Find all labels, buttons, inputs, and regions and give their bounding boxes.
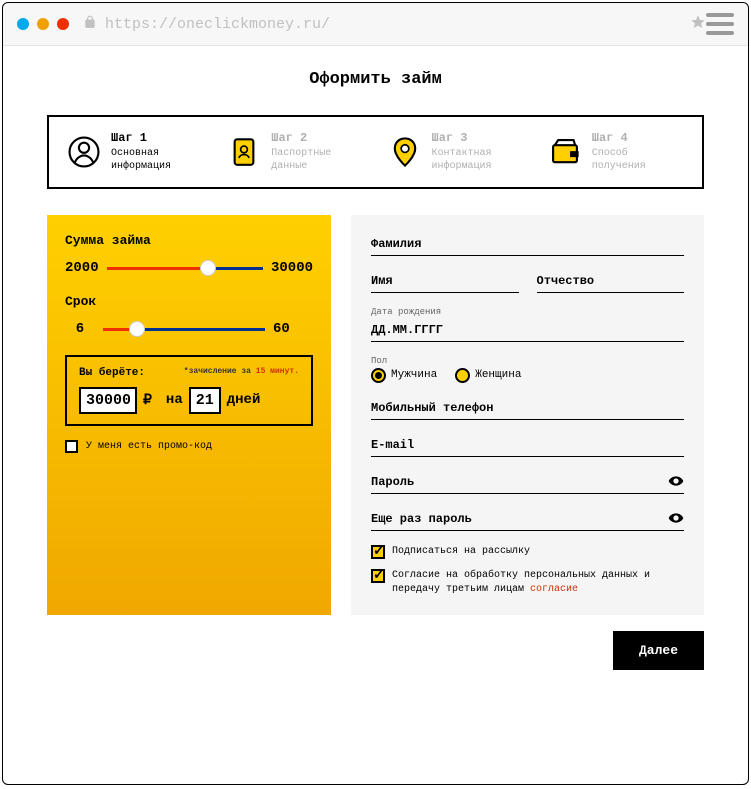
- amount-max: 30000: [271, 260, 313, 276]
- step-1: Шаг 1Основная информация: [67, 131, 203, 173]
- passport-icon: [227, 135, 261, 169]
- consent-checkbox[interactable]: [371, 569, 385, 583]
- dob-field[interactable]: [371, 319, 684, 342]
- step-label: Основная информация: [111, 147, 203, 173]
- step-3: Шаг 3Контактная информация: [388, 131, 524, 173]
- days-input[interactable]: [189, 387, 221, 414]
- window-dot-3[interactable]: [57, 18, 69, 30]
- step-2: Шаг 2Паспортные данные: [227, 131, 363, 173]
- consent-label: Согласие на обработку персональных данны…: [392, 569, 684, 597]
- summary-title: Вы берёте:: [79, 367, 145, 379]
- dob-label: Дата рождения: [371, 307, 684, 317]
- amount-slider[interactable]: [107, 258, 263, 278]
- gender-label: Пол: [371, 356, 684, 366]
- location-pin-icon: [388, 135, 422, 169]
- star-icon[interactable]: [690, 14, 706, 35]
- currency: ₽: [143, 392, 152, 409]
- consent-link[interactable]: согласие: [530, 584, 578, 595]
- amount-label: Сумма займа: [65, 233, 313, 248]
- step-num: Шаг 2: [271, 131, 363, 147]
- eye-icon[interactable]: [668, 473, 684, 494]
- gender-male-radio[interactable]: Мужчина: [371, 368, 437, 383]
- term-max: 60: [273, 321, 313, 337]
- wallet-icon: [548, 135, 582, 169]
- next-button[interactable]: Далее: [613, 631, 704, 670]
- eye-icon[interactable]: [668, 510, 684, 531]
- lastname-field[interactable]: [371, 233, 684, 256]
- subscribe-checkbox[interactable]: [371, 545, 385, 559]
- url-text: https://oneclickmoney.ru/: [105, 16, 330, 33]
- promo-checkbox[interactable]: [65, 440, 78, 453]
- password-field[interactable]: [371, 471, 684, 494]
- lock-icon: [83, 15, 97, 34]
- browser-chrome: https://oneclickmoney.ru/: [3, 3, 748, 46]
- term-min: 6: [65, 321, 95, 337]
- step-num: Шаг 1: [111, 131, 203, 147]
- on-label: на: [166, 392, 183, 408]
- summary-box: Вы берёте: *зачисление за 15 минут. ₽ на…: [65, 355, 313, 426]
- form-panel: Дата рождения Пол Мужчина Женщина: [351, 215, 704, 615]
- step-label: Способ получения: [592, 147, 684, 173]
- term-label: Срок: [65, 294, 313, 309]
- firstname-field[interactable]: [371, 270, 519, 293]
- phone-field[interactable]: [371, 397, 684, 420]
- window-dot-1[interactable]: [17, 18, 29, 30]
- step-label: Паспортные данные: [271, 147, 363, 173]
- hamburger-menu-icon[interactable]: [706, 13, 734, 35]
- url-bar[interactable]: https://oneclickmoney.ru/: [83, 15, 676, 34]
- calculator-panel: Сумма займа 2000 30000 Срок 6 60: [47, 215, 331, 615]
- email-field[interactable]: [371, 434, 684, 457]
- step-4: Шаг 4Способ получения: [548, 131, 684, 173]
- patronymic-field[interactable]: [537, 270, 685, 293]
- subscribe-label: Подписаться на рассылку: [392, 545, 530, 559]
- step-num: Шаг 4: [592, 131, 684, 147]
- amount-min: 2000: [65, 260, 99, 276]
- window-dot-2[interactable]: [37, 18, 49, 30]
- promo-label: У меня есть промо-код: [86, 441, 212, 452]
- step-num: Шаг 3: [432, 131, 524, 147]
- amount-input[interactable]: [79, 387, 137, 414]
- step-label: Контактная информация: [432, 147, 524, 173]
- days-label: дней: [227, 392, 261, 408]
- gender-female-radio[interactable]: Женщина: [455, 368, 521, 383]
- traffic-lights: [17, 18, 69, 30]
- steps-progress: Шаг 1Основная информация Шаг 2Паспортные…: [47, 115, 704, 189]
- page-title: Оформить займ: [47, 70, 704, 89]
- person-icon: [67, 135, 101, 169]
- summary-note: *зачисление за 15 минут.: [184, 367, 299, 379]
- password-confirm-field[interactable]: [371, 508, 684, 531]
- term-slider[interactable]: [103, 319, 265, 339]
